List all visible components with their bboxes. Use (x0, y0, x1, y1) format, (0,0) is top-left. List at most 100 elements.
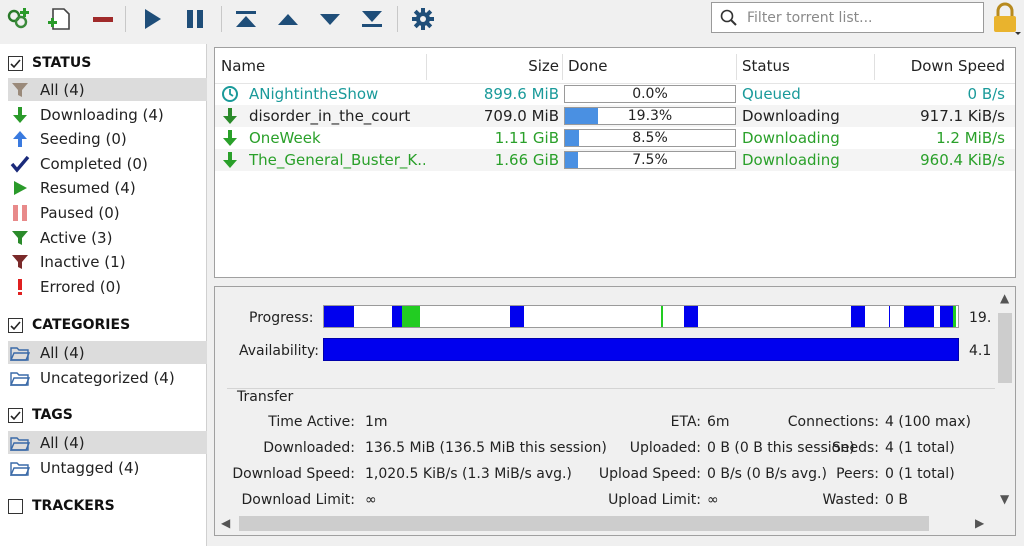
sidebar-item-label: Completed (0) (40, 154, 148, 173)
search-box[interactable] (711, 2, 984, 33)
add-file-icon[interactable] (46, 4, 76, 34)
folder-icon (8, 366, 32, 389)
sidebar-item-label: Paused (0) (40, 203, 120, 222)
table-row[interactable]: OneWeek 1.11 GiB 8.5% Downloading 1.2 Mi… (215, 127, 1015, 149)
sidebar-item-seeding[interactable]: Seeding (0) (8, 127, 207, 150)
checkmark-icon (8, 152, 32, 175)
pieces-progress-bar (323, 305, 959, 328)
vertical-scrollbar[interactable]: ▲ ▼ (995, 287, 1015, 510)
sidebar-item-uncategorized[interactable]: Uncategorized (4) (8, 366, 207, 389)
sidebar-item-errored[interactable]: Errored (0) (8, 275, 207, 298)
sidebar-item-label: Resumed (4) (40, 178, 136, 197)
table-row[interactable]: ANightintheShow 899.6 MiB 0.0% Queued 0 … (215, 83, 1015, 105)
queued-clock-icon (221, 83, 243, 105)
play-icon (8, 176, 32, 199)
torrent-progress-bar: 0.0% (564, 85, 736, 103)
download-limit-value: ∞ (365, 492, 377, 508)
download-limit-label: Download Limit: (241, 492, 355, 508)
column-header-size[interactable]: Size (427, 48, 559, 84)
downloaded-label: Downloaded: (263, 440, 355, 456)
upload-limit-label: Upload Limit: (608, 492, 701, 508)
move-up-icon[interactable] (273, 4, 303, 34)
remove-icon[interactable] (88, 4, 118, 34)
trackers-section-header[interactable]: TRACKERS (8, 495, 115, 517)
scroll-right-icon[interactable]: ▶ (975, 516, 984, 530)
categories-section-checkbox[interactable] (8, 317, 23, 333)
sidebar-item-label: Uncategorized (4) (40, 368, 175, 387)
status-section-header[interactable]: STATUS (8, 52, 91, 74)
eta-value: 6m (707, 414, 730, 430)
column-header-done[interactable]: Done (568, 48, 607, 84)
time-active-value: 1m (365, 414, 388, 430)
scroll-down-icon[interactable]: ▼ (1000, 492, 1009, 506)
sidebar-item-label: Inactive (1) (40, 252, 126, 271)
torrent-size: 709.0 MiB (483, 107, 559, 125)
sidebar-item-tags-all[interactable]: All (4) (8, 431, 207, 454)
lock-icon[interactable] (988, 2, 1022, 36)
move-down-icon[interactable] (315, 4, 345, 34)
torrent-status: Downloading (742, 151, 840, 169)
resume-icon[interactable] (137, 4, 167, 34)
sidebar-item-completed[interactable]: Completed (0) (8, 152, 207, 175)
settings-icon[interactable] (408, 4, 438, 34)
column-header-status[interactable]: Status (742, 48, 790, 84)
sidebar-item-paused[interactable]: Paused (0) (8, 201, 207, 224)
column-header-name[interactable]: Name (221, 48, 265, 84)
downloaded-value: 136.5 MiB (136.5 MiB this session) (365, 440, 607, 456)
sidebar-item-resumed[interactable]: Resumed (4) (8, 176, 207, 199)
torrent-name: OneWeek (249, 129, 321, 147)
sidebar-item-label: Downloading (4) (40, 105, 164, 124)
status-section-title: STATUS (32, 55, 92, 71)
filter-inactive-icon (8, 250, 32, 273)
tags-section-checkbox[interactable] (8, 407, 23, 423)
upload-speed-label: Upload Speed: (598, 466, 701, 482)
sidebar-item-label: Untagged (4) (40, 458, 140, 477)
sidebar-item-downloading[interactable]: Downloading (4) (8, 103, 207, 126)
tags-section-header[interactable]: TAGS (8, 404, 73, 426)
scroll-left-icon[interactable]: ◀ (221, 516, 230, 530)
download-arrow-icon (221, 105, 243, 127)
trackers-section-checkbox[interactable] (8, 498, 23, 514)
categories-section-header[interactable]: CATEGORIES (8, 314, 130, 336)
sidebar-item-status-all[interactable]: All (4) (8, 78, 207, 101)
search-icon (720, 9, 737, 26)
sidebar-item-label: All (4) (40, 343, 85, 362)
progress-value: 19. (969, 310, 992, 326)
tags-section-title: TAGS (32, 407, 73, 423)
vertical-scroll-thumb[interactable] (998, 313, 1012, 383)
scroll-up-icon[interactable]: ▲ (1000, 291, 1009, 305)
torrent-down-speed: 917.1 KiB/s (920, 107, 1005, 125)
table-row[interactable]: disorder_in_the_court 709.0 MiB 19.3% Do… (215, 105, 1015, 127)
horizontal-scrollbar[interactable]: ◀ ▶ (215, 512, 995, 535)
status-section-checkbox[interactable] (8, 55, 23, 71)
availability-bar (323, 338, 959, 361)
sidebar-item-inactive[interactable]: Inactive (1) (8, 250, 207, 273)
time-active-label: Time Active: (268, 414, 355, 430)
move-bottom-icon[interactable] (357, 4, 387, 34)
connections-value: 4 (100 max) (885, 414, 971, 430)
sidebar-item-categories-all[interactable]: All (4) (8, 341, 207, 364)
availability-label: Availability: (239, 343, 320, 359)
column-header-down-speed[interactable]: Down Speed (875, 48, 1005, 84)
download-arrow-icon (8, 103, 32, 126)
sidebar-item-active[interactable]: Active (3) (8, 226, 207, 249)
torrent-progress-bar: 7.5% (564, 151, 736, 169)
sidebar-item-label: All (4) (40, 433, 85, 452)
toolbar (0, 0, 1024, 40)
search-input[interactable] (745, 7, 977, 29)
folder-icon (8, 431, 32, 454)
table-row[interactable]: The_General_Buster_K... 1.66 GiB 7.5% Do… (215, 149, 1015, 171)
trackers-section-title: TRACKERS (32, 498, 115, 514)
move-top-icon[interactable] (231, 4, 261, 34)
pause-icon[interactable] (180, 4, 210, 34)
seeds-label: Seeds: (831, 440, 879, 456)
torrent-progress-bar: 19.3% (564, 107, 736, 125)
add-link-icon[interactable] (4, 4, 34, 34)
uploaded-label: Uploaded: (629, 440, 701, 456)
torrent-name: disorder_in_the_court (249, 107, 411, 125)
sidebar-item-untagged[interactable]: Untagged (4) (8, 456, 207, 479)
torrent-down-speed: 960.4 KiB/s (920, 151, 1005, 169)
horizontal-scroll-thumb[interactable] (239, 516, 929, 531)
filter-icon (8, 78, 32, 101)
torrent-progress-bar: 8.5% (564, 129, 736, 147)
